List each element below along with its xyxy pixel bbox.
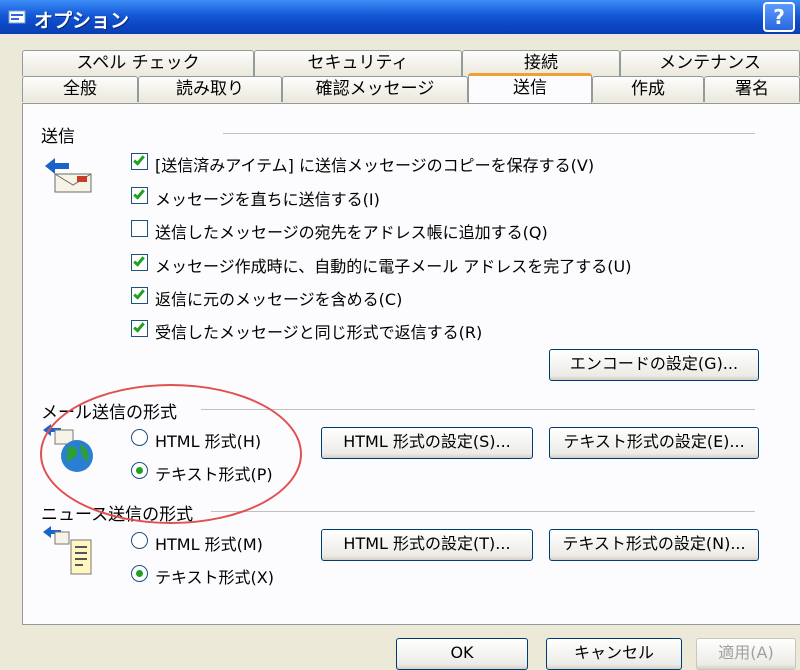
- include-original-checkbox[interactable]: [131, 287, 148, 304]
- tab-send[interactable]: 送信: [468, 73, 592, 103]
- checkmark-icon: [133, 254, 145, 267]
- mail-text-label: テキスト形式(P): [155, 465, 273, 484]
- apply-button[interactable]: 適用(A): [696, 638, 796, 670]
- send-group-label: 送信: [41, 127, 75, 147]
- title-bar: オプション ?: [0, 0, 800, 34]
- include-original-label: 返信に元のメッセージを含める(C): [155, 290, 403, 309]
- autocomplete-address-label: メッセージ作成時に、自動的に電子メール アドレスを完了する(U): [155, 257, 632, 276]
- reply-same-format-checkbox[interactable]: [131, 320, 148, 337]
- checkmark-icon: [133, 153, 145, 166]
- news-text-settings-button[interactable]: テキスト形式の設定(N)...: [549, 529, 759, 561]
- autocomplete-address-checkbox[interactable]: [131, 254, 148, 271]
- add-recipients-label: 送信したメッセージの宛先をアドレス帳に追加する(Q): [155, 223, 548, 242]
- mail-html-label: HTML 形式(H): [155, 432, 262, 451]
- add-recipients-checkbox[interactable]: [131, 220, 148, 237]
- radio-dot-icon: [136, 570, 143, 577]
- mail-format-divider: [201, 409, 755, 410]
- mail-globe-icon: [43, 424, 93, 472]
- tab-receipts[interactable]: 確認メッセージ: [282, 76, 468, 102]
- radio-dot-icon: [136, 467, 143, 474]
- tab-security[interactable]: セキュリティ: [254, 50, 462, 76]
- mail-html-radio[interactable]: [131, 429, 148, 446]
- tab-read[interactable]: 読み取り: [138, 76, 282, 102]
- send-immediately-checkbox[interactable]: [131, 187, 148, 204]
- news-format-divider: [211, 511, 755, 512]
- tab-general[interactable]: 全般: [22, 76, 138, 102]
- news-text-radio[interactable]: [131, 565, 148, 582]
- settings-panel: 送信 [送信済みアイテム] に送信メッセージのコピーを保存する(V) メッセージ…: [22, 103, 800, 625]
- mail-html-settings-button[interactable]: HTML 形式の設定(S)...: [321, 427, 533, 459]
- news-html-label: HTML 形式(M): [155, 535, 263, 554]
- checkmark-icon: [133, 287, 145, 300]
- tab-signatures[interactable]: 署名: [704, 76, 800, 102]
- help-button[interactable]: ?: [763, 2, 795, 32]
- news-html-radio[interactable]: [131, 532, 148, 549]
- tab-compose[interactable]: 作成: [592, 76, 704, 102]
- send-immediately-label: メッセージを直ちに送信する(I): [155, 190, 380, 209]
- checkmark-icon: [133, 320, 145, 333]
- window-title: オプション: [34, 10, 130, 32]
- mail-text-radio[interactable]: [131, 462, 148, 479]
- mail-format-group-label: メール送信の形式: [41, 403, 177, 423]
- news-text-label: テキスト形式(X): [155, 568, 274, 587]
- tab-spell-check[interactable]: スペル チェック: [22, 50, 254, 76]
- send-icon: [45, 158, 92, 193]
- tab-maintenance[interactable]: メンテナンス: [620, 50, 800, 76]
- news-document-icon: [43, 526, 92, 575]
- save-sent-copy-checkbox[interactable]: [131, 153, 148, 170]
- mail-text-settings-button[interactable]: テキスト形式の設定(E)...: [549, 427, 759, 459]
- options-window-icon: [8, 10, 26, 24]
- encoding-settings-button[interactable]: エンコードの設定(G)...: [549, 349, 759, 381]
- send-group-divider: [223, 133, 755, 134]
- cancel-button[interactable]: キャンセル: [546, 638, 682, 670]
- checkmark-icon: [133, 187, 145, 200]
- ok-button[interactable]: OK: [396, 638, 528, 670]
- news-format-group-label: ニュース送信の形式: [41, 505, 194, 525]
- news-html-settings-button[interactable]: HTML 形式の設定(T)...: [321, 529, 533, 561]
- reply-same-format-label: 受信したメッセージと同じ形式で返信する(R): [155, 323, 483, 342]
- save-sent-copy-label: [送信済みアイテム] に送信メッセージのコピーを保存する(V): [155, 156, 595, 175]
